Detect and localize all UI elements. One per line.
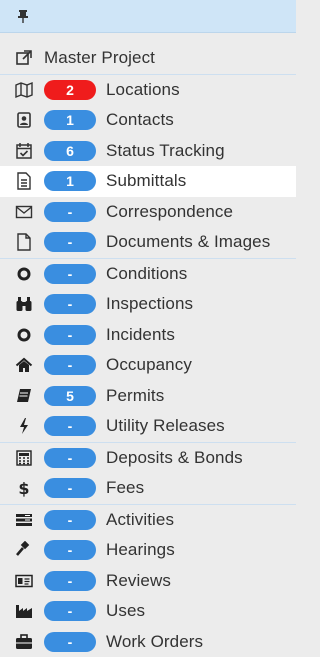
nav-item-inspections[interactable]: - Inspections — [0, 289, 296, 320]
count-badge: - — [44, 540, 96, 560]
nav-item-deposits-bonds[interactable]: - Deposits & Bonds — [0, 442, 296, 474]
nav-item-conditions[interactable]: - Conditions — [0, 258, 296, 290]
ring-icon — [14, 325, 34, 345]
count-badge: - — [44, 478, 96, 498]
nav-item-label: Contacts — [106, 110, 174, 130]
count-badge: - — [44, 416, 96, 436]
nav-item-label: Fees — [106, 478, 144, 498]
count-badge: 5 — [44, 386, 96, 406]
document-list-icon — [14, 171, 34, 191]
nav-item-label: Submittals — [106, 171, 186, 191]
nav-item-label: Hearings — [106, 540, 175, 560]
gavel-icon — [14, 540, 34, 560]
nav-item-status-tracking[interactable]: 6 Status Tracking — [0, 136, 296, 167]
nav-item-correspondence[interactable]: - Correspondence — [0, 197, 296, 228]
nav-item-locations[interactable]: 2 Locations — [0, 74, 296, 106]
nav-item-label: Correspondence — [106, 202, 233, 222]
nav-item-label: Deposits & Bonds — [106, 448, 243, 468]
nav-item-label: Inspections — [106, 294, 193, 314]
dollar-icon: $ — [14, 478, 34, 498]
nav-item-incidents[interactable]: - Incidents — [0, 320, 296, 351]
calendar-check-icon — [14, 141, 34, 161]
pin-icon[interactable] — [16, 9, 30, 23]
count-badge: - — [44, 202, 96, 222]
count-badge: 6 — [44, 141, 96, 161]
external-link-icon — [14, 48, 34, 68]
nav-item-permits[interactable]: 5 Permits — [0, 381, 296, 412]
count-badge: - — [44, 571, 96, 591]
book-icon — [14, 386, 34, 406]
master-project-label: Master Project — [44, 48, 155, 68]
count-badge: - — [44, 325, 96, 345]
nav-item-contacts[interactable]: 1 Contacts — [0, 105, 296, 136]
nav-item-label: Permits — [106, 386, 164, 406]
count-badge: - — [44, 632, 96, 652]
pin-bar — [0, 0, 296, 33]
ring-icon — [14, 264, 34, 284]
briefcase-icon — [14, 632, 34, 652]
nav-item-fees[interactable]: $ - Fees — [0, 473, 296, 504]
nav-item-occupancy[interactable]: - Occupancy — [0, 350, 296, 381]
nav-item-hearings[interactable]: - Hearings — [0, 535, 296, 566]
file-icon — [14, 232, 34, 252]
nav-item-submittals[interactable]: 1 Submittals — [0, 166, 296, 197]
count-badge: 1 — [44, 171, 96, 191]
count-badge: - — [44, 510, 96, 530]
count-badge: - — [44, 264, 96, 284]
id-card-icon — [14, 571, 34, 591]
factory-icon — [14, 601, 34, 621]
master-project-link[interactable]: Master Project — [0, 43, 296, 74]
count-badge: - — [44, 355, 96, 375]
count-badge: 1 — [44, 110, 96, 130]
nav-item-label: Uses — [106, 601, 145, 621]
nav-item-label: Conditions — [106, 264, 187, 284]
count-badge: - — [44, 448, 96, 468]
nav-item-label: Activities — [106, 510, 174, 530]
home-icon — [14, 355, 34, 375]
bolt-icon — [14, 416, 34, 436]
nav-item-utility-releases[interactable]: - Utility Releases — [0, 411, 296, 442]
count-badge: - — [44, 294, 96, 314]
nav-item-label: Documents & Images — [106, 232, 270, 252]
nav-item-documents-images[interactable]: - Documents & Images — [0, 227, 296, 258]
svg-text:$: $ — [18, 479, 29, 497]
envelope-icon — [14, 202, 34, 222]
count-badge: - — [44, 232, 96, 252]
nav-item-work-orders[interactable]: - Work Orders — [0, 627, 296, 657]
binoculars-icon — [14, 294, 34, 314]
nav-item-reviews[interactable]: - Reviews — [0, 566, 296, 597]
nav-item-label: Occupancy — [106, 355, 192, 375]
activities-icon — [14, 510, 34, 530]
nav-item-uses[interactable]: - Uses — [0, 596, 296, 627]
nav-item-label: Utility Releases — [106, 416, 225, 436]
map-icon — [14, 80, 34, 100]
nav-item-label: Incidents — [106, 325, 175, 345]
contact-card-icon — [14, 110, 34, 130]
count-badge: 2 — [44, 80, 96, 100]
nav-item-activities[interactable]: - Activities — [0, 504, 296, 536]
nav-item-label: Work Orders — [106, 632, 203, 652]
nav-item-label: Locations — [106, 80, 180, 100]
nav-item-label: Reviews — [106, 571, 171, 591]
count-badge: - — [44, 601, 96, 621]
nav-item-label: Status Tracking — [106, 141, 225, 161]
calculator-icon — [14, 448, 34, 468]
